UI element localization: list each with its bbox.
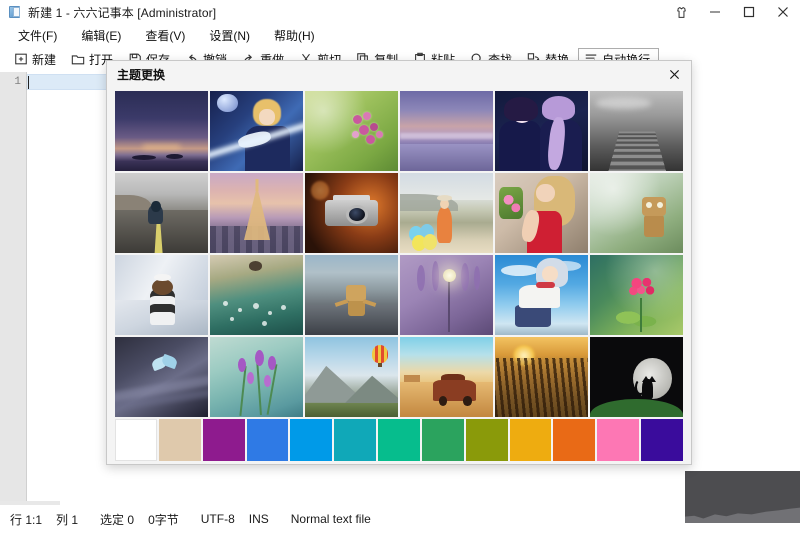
swatch-tan[interactable] (158, 419, 201, 461)
thumb-vintage-camera[interactable] (305, 173, 398, 253)
menu-help[interactable]: 帮助(H) (262, 25, 327, 46)
menu-edit[interactable]: 编辑(E) (69, 25, 133, 46)
swatch-orange[interactable] (553, 419, 596, 461)
new-file-icon (14, 52, 28, 66)
dialog-titlebar: 主题更换 (107, 61, 691, 87)
menu-file[interactable]: 文件(F) (6, 25, 69, 46)
thumb-anime-duo-purple[interactable] (495, 91, 588, 171)
swatch-green[interactable] (421, 419, 464, 461)
swatch-magenta[interactable] (202, 419, 245, 461)
status-encoding[interactable]: UTF-8 (201, 512, 235, 526)
status-column: 列 1 (56, 512, 79, 527)
thumb-night-sky-sea[interactable] (115, 91, 208, 171)
menubar: 文件(F) 编辑(E) 查看(V) 设置(N) 帮助(H) (0, 24, 800, 46)
thumb-wisteria-lamp[interactable] (400, 255, 493, 335)
window-titlebar: 新建 1 - 六六记事本 [Administrator] (0, 0, 800, 24)
thumb-plush-snow[interactable] (115, 255, 208, 335)
status-selection: 选定 0 (100, 512, 135, 527)
statusbar-accent (0, 501, 60, 505)
swatch-amber[interactable] (509, 419, 552, 461)
open-folder-icon (71, 52, 85, 66)
swatch-pink[interactable] (597, 419, 640, 461)
menu-view[interactable]: 查看(V) (133, 25, 197, 46)
thumb-lilac-flowers[interactable] (305, 91, 398, 171)
thumb-purple-beach[interactable] (400, 91, 493, 171)
thumb-eiffel-tower[interactable] (210, 173, 303, 253)
statusbar: 行 1:1 列 1 选定 0 0字节 UTF-8 INS Normal text… (0, 501, 800, 533)
text-caret (28, 76, 29, 89)
notepad-icon (8, 5, 22, 19)
thumb-butterfly-dark[interactable] (115, 337, 208, 417)
toolbar-new-button[interactable]: 新建 (8, 48, 65, 70)
swatch-white[interactable] (115, 419, 157, 461)
dialog-close-icon[interactable] (661, 63, 687, 85)
window-controls (664, 0, 800, 24)
swatch-sky-blue[interactable] (290, 419, 333, 461)
status-caret-position: 行 1:1 (10, 512, 43, 527)
theme-color-swatch-row (115, 419, 683, 461)
close-icon[interactable] (766, 0, 800, 24)
status-bytes: 0字节 (148, 512, 179, 527)
maximize-icon[interactable] (732, 0, 766, 24)
thumb-danbo-rocks[interactable] (305, 255, 398, 335)
thumb-danbo-green[interactable] (590, 173, 683, 253)
theme-thumbnail-grid (115, 91, 683, 417)
status-file-type[interactable]: Normal text file (291, 512, 371, 526)
status-insert-mode[interactable]: INS (249, 512, 269, 526)
thumb-lavender-stems[interactable] (210, 337, 303, 417)
swatch-emerald[interactable] (378, 419, 420, 461)
screen-artifact-block (685, 471, 800, 523)
thumb-red-dress-girl[interactable] (495, 173, 588, 253)
thumb-motorcycle-road[interactable] (115, 173, 208, 253)
thumb-anime-knight[interactable] (210, 91, 303, 171)
dialog-body (115, 91, 683, 461)
thumb-bw-pier[interactable] (590, 91, 683, 171)
theme-change-dialog: 主题更换 (106, 60, 692, 465)
thumb-girl-balloons[interactable] (400, 173, 493, 253)
thumb-cat-moon[interactable] (590, 337, 683, 417)
thumb-anime-girl-sky[interactable] (495, 255, 588, 335)
dialog-title: 主题更换 (117, 67, 166, 82)
thumb-golden-wheat[interactable] (495, 337, 588, 417)
menu-settings[interactable]: 设置(N) (197, 25, 262, 46)
toolbar-new-label: 新建 (32, 52, 57, 67)
window-title: 新建 1 - 六六记事本 [Administrator] (28, 5, 217, 20)
thumb-balloon-mountain[interactable] (305, 337, 398, 417)
thumb-desert-car[interactable] (400, 337, 493, 417)
theme-shirt-icon[interactable] (664, 0, 698, 24)
swatch-teal[interactable] (334, 419, 377, 461)
swatch-olive[interactable] (465, 419, 508, 461)
line-number-gutter: 1 (0, 72, 26, 504)
swatch-royal-blue[interactable] (246, 419, 289, 461)
line-number: 1 (14, 76, 21, 88)
minimize-icon[interactable] (698, 0, 732, 24)
swatch-indigo[interactable] (641, 419, 683, 461)
thumb-dew-drops[interactable] (210, 255, 303, 335)
thumb-pink-flower[interactable] (590, 255, 683, 335)
